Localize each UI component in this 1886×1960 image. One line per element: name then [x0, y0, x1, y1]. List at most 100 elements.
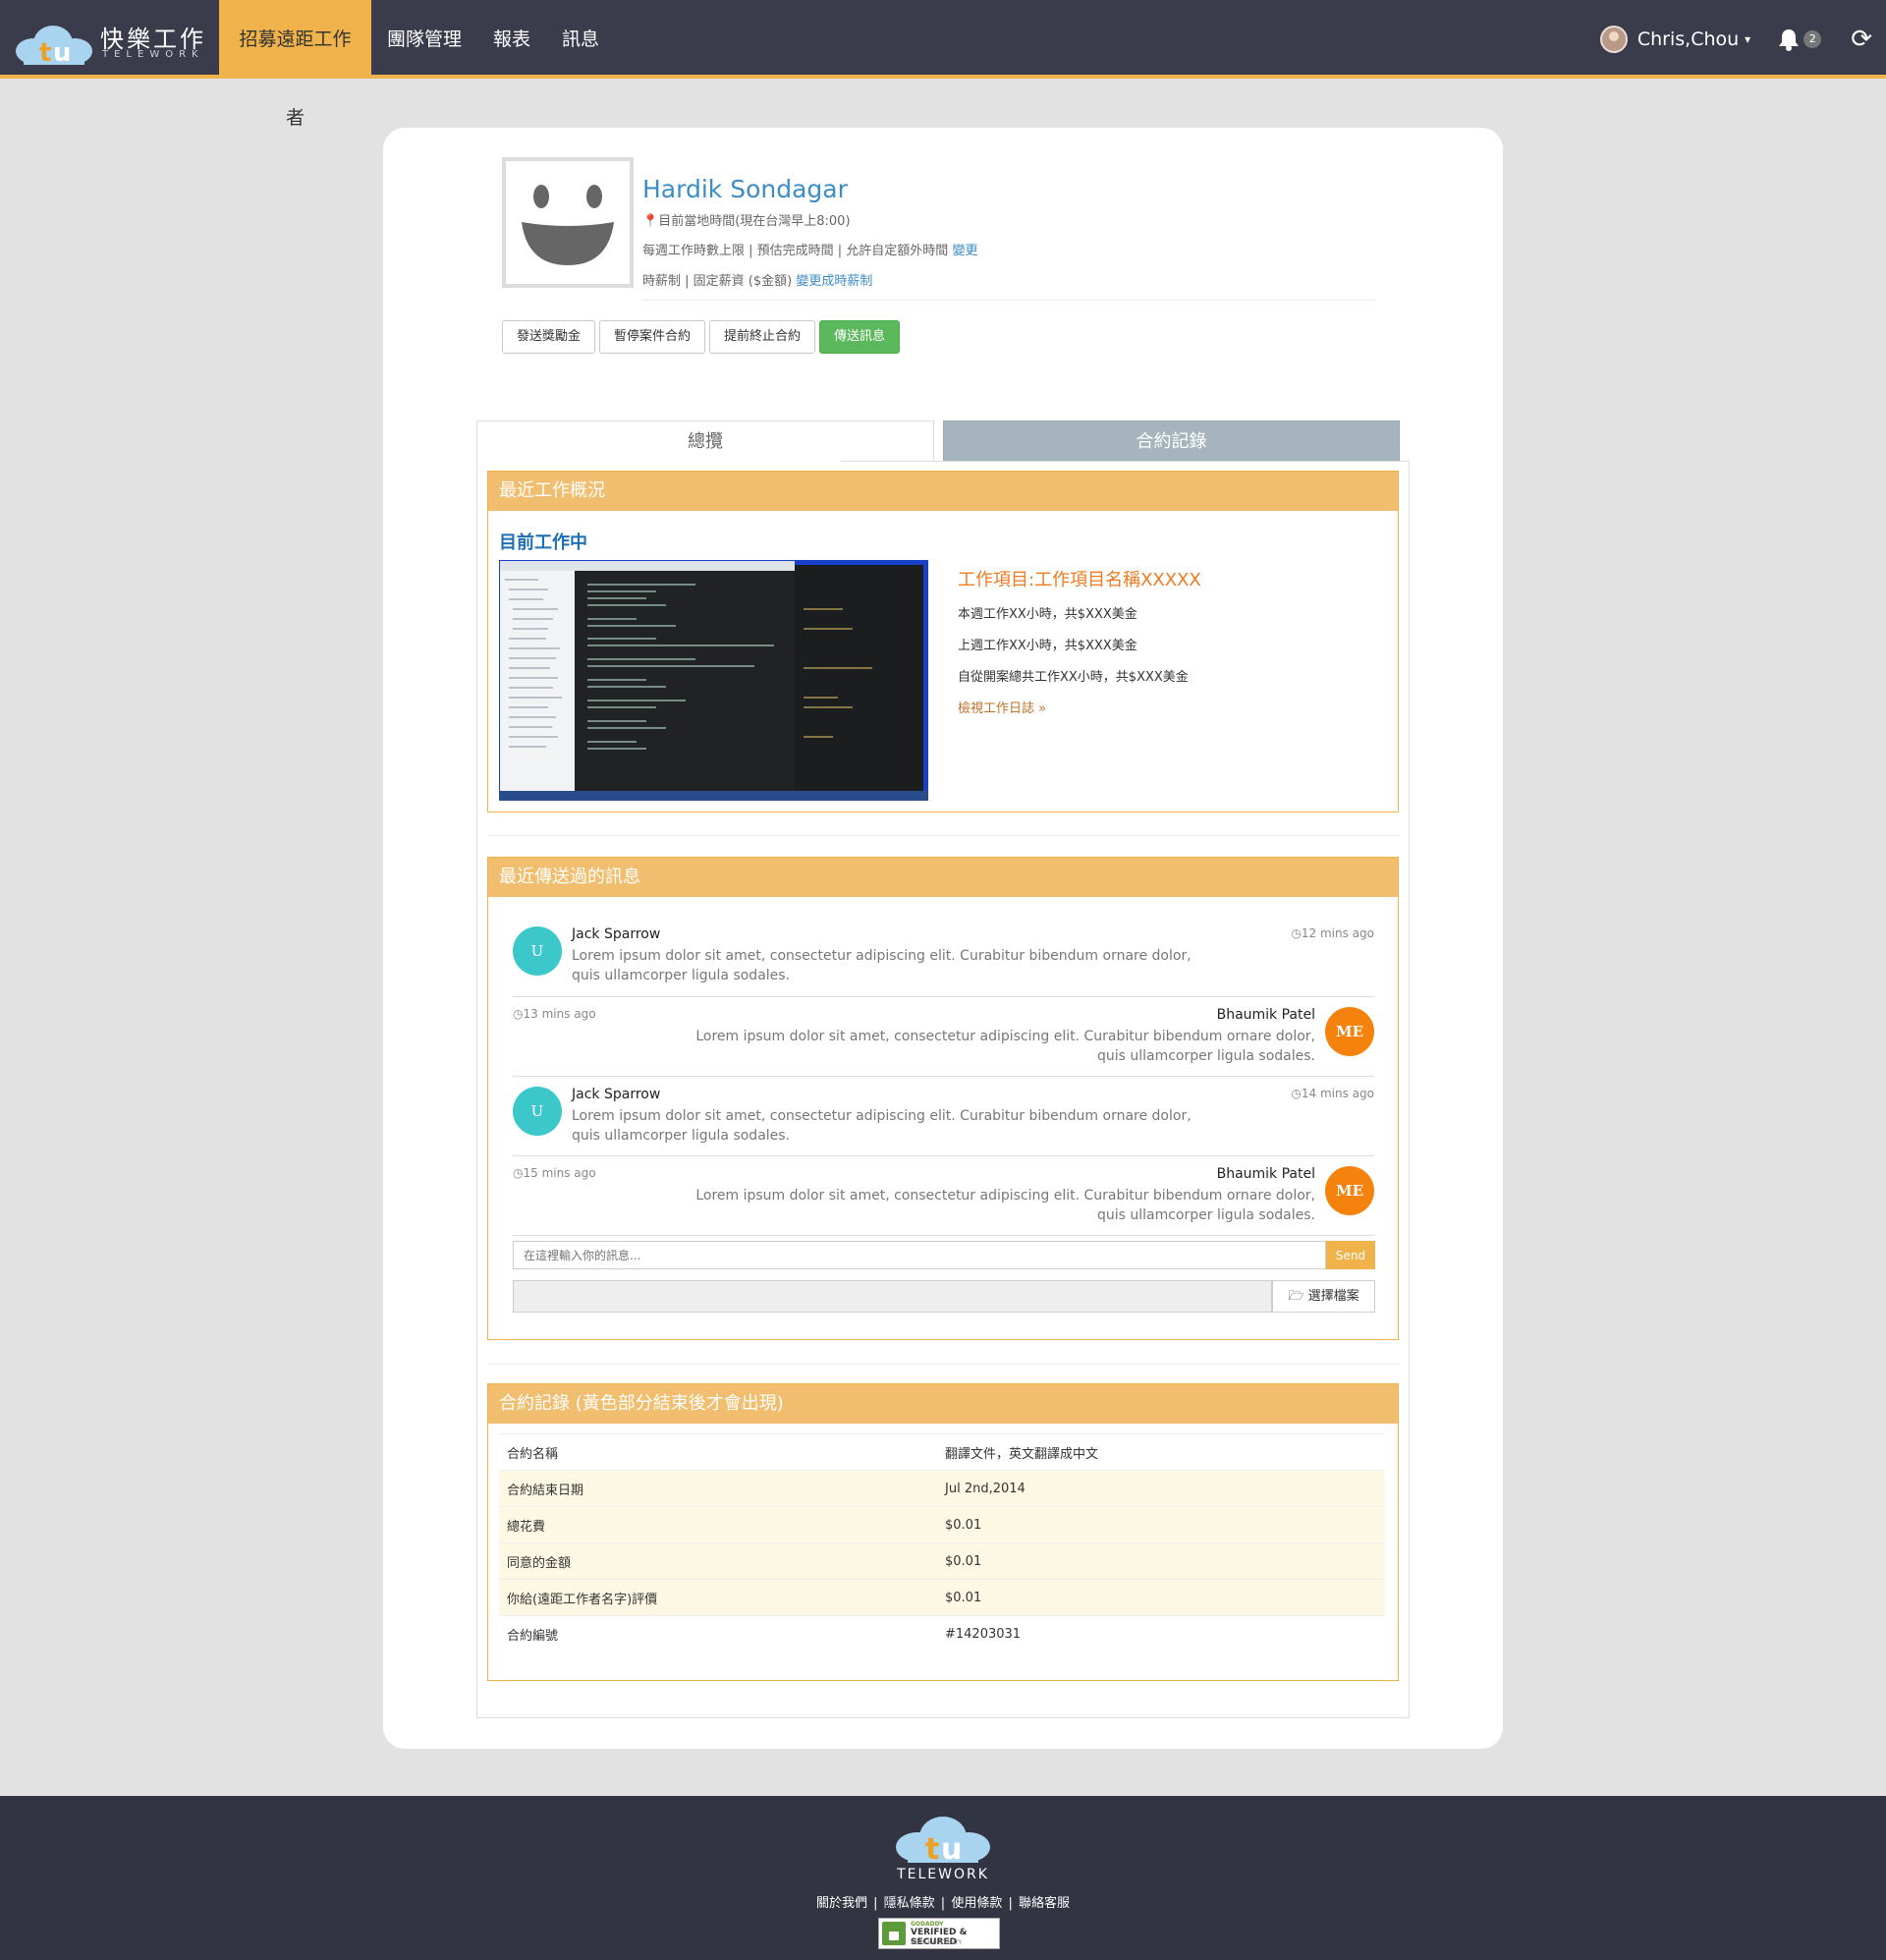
change-pay-link[interactable]: 變更成時薪制 — [796, 274, 872, 289]
panel-heading: 最近傳送過的訊息 — [488, 858, 1398, 897]
send-button[interactable]: Send — [1326, 1241, 1375, 1269]
last-week-hours: 上週工作XX小時，共$XXX美金 — [958, 639, 1137, 653]
profile-card: Hardik Sondagar 📍目前當地時間(現在台灣早上8:00) 每週工作… — [383, 128, 1503, 1749]
logo[interactable]: t u 快樂工作 TELEWORK — [12, 16, 208, 65]
hours-info: 每週工作時數上限 | 預估完成時間 | 允許自定額外時間 變更 — [642, 244, 978, 258]
user-menu[interactable]: Chris,Chou ▾ — [1599, 26, 1751, 53]
send-message-button[interactable]: 傳送訊息 — [819, 320, 901, 354]
cloud-logo-icon: t u — [16, 26, 92, 65]
footer-brand: TELEWORK — [897, 1867, 989, 1882]
message-time: ◷13 mins ago — [513, 1007, 596, 1021]
sender-name: Jack Sparrow — [572, 926, 661, 942]
contract-record-panel: 合約記錄 (黃色部分結束後才會出現) 合約名稱 翻譯文件，英文翻譯成中文 合約結… — [487, 1383, 1399, 1681]
footer-link-about[interactable]: 關於我們 — [816, 1896, 867, 1911]
message-text: Lorem ipsum dolor sit amet, consectetur … — [695, 1188, 1315, 1223]
footer-link-terms[interactable]: 使用條款 — [951, 1896, 1002, 1911]
row-value: $0.01 — [937, 1506, 1385, 1543]
row-value: 翻譯文件，英文翻譯成中文 — [937, 1433, 1385, 1471]
svg-text:t: t — [925, 1832, 939, 1863]
seal-verify: VERIFY SECURITY — [911, 1939, 963, 1946]
tab-panel-border — [841, 461, 1410, 462]
nav-item-reports[interactable]: 報表 — [477, 0, 546, 79]
avatar: U — [513, 926, 562, 976]
top-navbar: t u 快樂工作 TELEWORK 招募遠距工作者 團隊管理 報表 訊息 Chr… — [0, 0, 1886, 129]
total-hours: 自從開案總共工作XX小時，共$XXX美金 — [958, 670, 1189, 685]
recent-work-panel: 最近工作概況 目前工作中 工作項目:工作項目名稱XXXXX 本週工作XX小時，共… — [487, 471, 1399, 812]
table-row: 合約名稱 翻譯文件，英文翻譯成中文 — [499, 1433, 1385, 1471]
seal-brand: GODADDY — [911, 1921, 944, 1928]
message-item: ME Bhaumik Patel Lorem ipsum dolor sit a… — [513, 997, 1374, 1077]
nav-item-recruit[interactable]: 招募遠距工作者 — [219, 0, 371, 129]
tab-bar: 總攬 合約記錄 — [476, 420, 1400, 462]
section-divider — [487, 1364, 1399, 1365]
nav-right: Chris,Chou ▾ 2 ⟳ — [1599, 0, 1886, 79]
view-work-log-link[interactable]: 檢視工作日誌 » — [958, 698, 1201, 716]
cloud-logo-icon: t u — [896, 1817, 990, 1863]
table-row: 總花費 $0.01 — [499, 1506, 1385, 1543]
panel-heading: 合約記錄 (黃色部分結束後才會出現) — [488, 1384, 1398, 1424]
footer-links: 關於我們 | 隱私條款 | 使用條款 | 聯絡客服 — [815, 1896, 1071, 1911]
freelancer-name[interactable]: Hardik Sondagar — [642, 175, 848, 203]
nav-item-messages[interactable]: 訊息 — [546, 0, 615, 79]
recent-messages-panel: 最近傳送過的訊息 U Jack Sparrow Lorem ipsum dolo… — [487, 857, 1399, 1340]
work-screenshot[interactable] — [499, 560, 928, 801]
sender-name: Bhaumik Patel — [1216, 1166, 1315, 1182]
pay-info: 時薪制 | 固定薪資 ($金額) 變更成時薪制 — [642, 274, 873, 289]
row-value: Jul 2nd,2014 — [937, 1470, 1385, 1507]
table-row: 同意的金額 $0.01 — [499, 1542, 1385, 1580]
message-time: ◷15 mins ago — [513, 1166, 596, 1180]
message-text: Lorem ipsum dolor sit amet, consectetur … — [695, 1029, 1315, 1064]
avatar: ME — [1325, 1166, 1374, 1215]
avatar: ME — [1325, 1007, 1374, 1056]
clock-icon: ◷ — [1291, 1087, 1302, 1100]
user-name: Chris,Chou — [1636, 28, 1740, 50]
terminate-contract-button[interactable]: 提前終止合約 — [709, 320, 816, 354]
nav-item-team[interactable]: 團隊管理 — [371, 0, 477, 79]
row-value: #14203031 — [937, 1615, 1385, 1652]
send-bonus-button[interactable]: 發送獎勵金 — [502, 320, 596, 354]
row-value: $0.01 — [937, 1542, 1385, 1580]
notifications[interactable]: 2 — [1778, 28, 1822, 51]
tab-overview[interactable]: 總攬 — [476, 420, 934, 462]
avatar — [1599, 26, 1628, 53]
footer-link-contact[interactable]: 聯絡客服 — [1019, 1896, 1070, 1911]
footer-link-privacy[interactable]: 隱私條款 — [884, 1896, 935, 1911]
row-label: 合約名稱 — [499, 1433, 937, 1471]
caret-down-icon: ▾ — [1745, 32, 1751, 46]
file-path-field[interactable] — [513, 1280, 1272, 1313]
table-row: 合約結束日期 Jul 2nd,2014 — [499, 1470, 1385, 1507]
table-row: 你給(遠距工作者名字)評價 $0.01 — [499, 1579, 1385, 1616]
bell-icon — [1779, 29, 1800, 51]
security-seal[interactable]: GODADDY VERIFIED & SECURED VERIFY SECURI… — [878, 1918, 1000, 1949]
clock-icon: ◷ — [513, 1007, 524, 1021]
profile-picture — [502, 157, 634, 288]
row-label: 合約結束日期 — [499, 1470, 937, 1507]
local-time: 📍目前當地時間(現在台灣早上8:00) — [642, 214, 851, 229]
change-hours-link[interactable]: 變更 — [952, 244, 977, 258]
section-divider — [487, 835, 1399, 836]
footer: t u TELEWORK 關於我們 | 隱私條款 | 使用條款 | 聯絡客服 G… — [0, 1796, 1886, 1960]
pause-contract-button[interactable]: 暫停案件合約 — [599, 320, 706, 354]
message-item: U Jack Sparrow Lorem ipsum dolor sit ame… — [513, 917, 1374, 997]
panel-heading: 最近工作概況 — [488, 472, 1398, 511]
svg-text:u: u — [941, 1832, 962, 1863]
tab-contracts[interactable]: 合約記錄 — [943, 420, 1400, 462]
choose-file-button[interactable]: 🗁 選擇檔案 — [1272, 1280, 1375, 1313]
message-time: ◷12 mins ago — [1291, 926, 1374, 940]
work-info: 工作項目:工作項目名稱XXXXX 本週工作XX小時，共$XXX美金 上週工作XX… — [958, 566, 1201, 716]
smiley-avatar-icon — [522, 185, 614, 265]
refresh-icon[interactable]: ⟳ — [1851, 25, 1872, 54]
clock-icon: ◷ — [513, 1166, 524, 1180]
row-label: 你給(遠距工作者名字)評價 — [499, 1579, 937, 1616]
svg-text:u: u — [53, 38, 72, 65]
this-week-hours: 本週工作XX小時，共$XXX美金 — [958, 607, 1137, 622]
message-item: ME Bhaumik Patel Lorem ipsum dolor sit a… — [513, 1156, 1374, 1236]
table-row: 合約編號 #14203031 — [499, 1615, 1385, 1652]
svg-text:t: t — [39, 38, 51, 65]
message-text: Lorem ipsum dolor sit amet, consectetur … — [572, 1108, 1192, 1144]
row-label: 合約編號 — [499, 1615, 937, 1652]
message-input[interactable] — [513, 1241, 1326, 1269]
map-marker-icon: 📍 — [642, 214, 659, 229]
message-time: ◷14 mins ago — [1291, 1087, 1374, 1100]
current-work-label: 目前工作中 — [499, 532, 587, 553]
